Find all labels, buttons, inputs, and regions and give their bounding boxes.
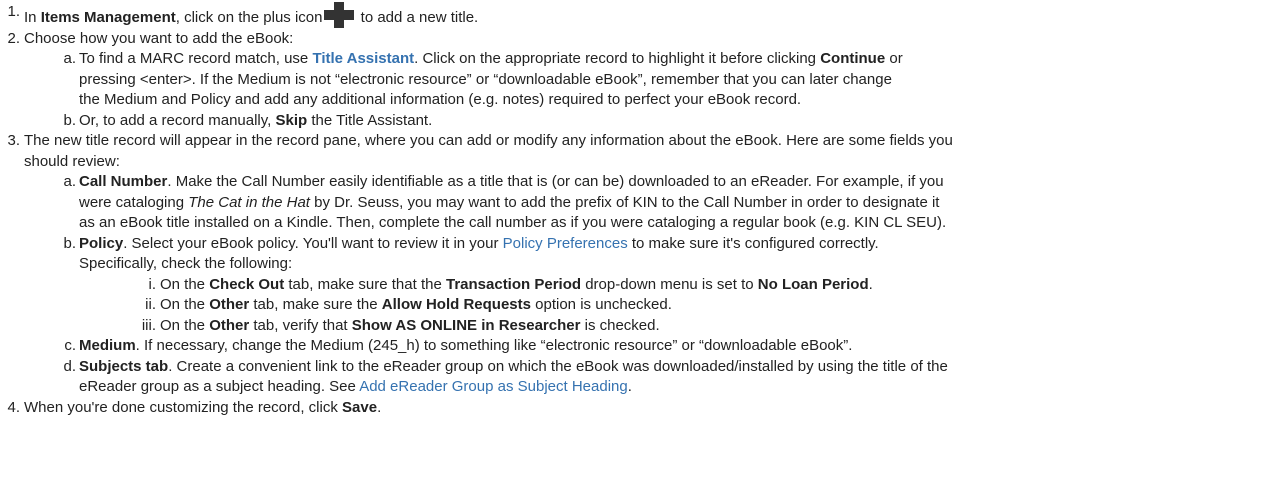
step-3-line-2: should review: xyxy=(24,152,120,170)
check-out-label: Check Out xyxy=(209,275,285,293)
step-2: 2. Choose how you want to add the eBook: xyxy=(0,29,1281,50)
allow-hold-requests-label: Allow Hold Requests xyxy=(381,296,531,313)
book-title: The Cat in the Hat xyxy=(188,193,310,211)
substep-letter: d. xyxy=(63,357,76,375)
step-3d: d. Subjects tab. Create a convenient lin… xyxy=(0,357,1281,378)
call-number-label: Call Number xyxy=(79,173,168,190)
continue-label: Continue xyxy=(820,50,886,67)
step-3a-line-2: were cataloging The Cat in the Hat by Dr… xyxy=(79,193,940,211)
step-3a-line-3: as an eBook title installed on a Kindle.… xyxy=(79,214,947,231)
save-label: Save xyxy=(342,398,378,416)
step-3b-iii: iii. On the Other tab, verify that Show … xyxy=(0,316,1281,337)
policy-label: Policy xyxy=(79,234,124,252)
other-tab-label: Other xyxy=(209,316,250,334)
skip-label: Skip xyxy=(275,111,308,129)
transaction-period-label: Transaction Period xyxy=(445,275,582,293)
step-3: 3. The new title record will appear in t… xyxy=(0,131,1281,152)
step-3b-ii: ii. On the Other tab, make sure the Allo… xyxy=(0,295,1281,316)
step-3c: c. Medium. If necessary, change the Medi… xyxy=(0,336,1281,357)
step-3b-i: i. On the Check Out tab, make sure that … xyxy=(0,275,1281,296)
step-2b: b. Or, to add a record manually, Skip th… xyxy=(0,111,1281,132)
step-2a-line-2: pressing <enter>. If the Medium is not “… xyxy=(79,70,892,88)
step-3d-line-2: eReader group as a subject heading. See … xyxy=(79,378,632,395)
title-assistant-link[interactable]: Title Assistant xyxy=(312,50,414,67)
policy-preferences-link[interactable]: Policy Preferences xyxy=(503,235,628,252)
show-as-online-label: Show AS ONLINE in Researcher xyxy=(351,316,581,334)
subjects-tab-label: Subjects tab xyxy=(79,357,169,375)
substep-letter: a. xyxy=(63,173,76,190)
step-3a: a. Call Number. Make the Call Number eas… xyxy=(0,172,1281,193)
plus-icon xyxy=(324,2,355,28)
substep-letter: b. xyxy=(63,234,76,252)
substep-letter: c. xyxy=(64,337,76,354)
step-2a: a. To find a MARC record match, use Titl… xyxy=(0,49,1281,70)
step-number: 2. xyxy=(7,29,20,47)
medium-label: Medium xyxy=(79,337,136,354)
step-number: 1. xyxy=(7,3,20,20)
other-tab-label: Other xyxy=(209,296,250,313)
step-number: 3. xyxy=(7,132,20,149)
step-1: 1. In Items Management, click on the plu… xyxy=(0,0,1281,29)
step-number: 4. xyxy=(7,398,20,416)
no-loan-period-label: No Loan Period xyxy=(757,275,869,293)
step-3b: b. Policy. Select your eBook policy. You… xyxy=(0,234,1281,255)
instruction-list: 1. In Items Management, click on the plu… xyxy=(0,0,1281,418)
roman-numeral: iii. xyxy=(141,316,156,334)
step-2a-line-3: the Medium and Policy and add any additi… xyxy=(79,91,802,108)
roman-numeral: i. xyxy=(148,275,157,293)
substep-letter: a. xyxy=(63,50,76,67)
step-3b-line-2: Specifically, check the following: xyxy=(79,255,293,272)
substep-letter: b. xyxy=(63,111,76,129)
step-4: 4. When you're done customizing the reco… xyxy=(0,398,1281,419)
add-ereader-group-link[interactable]: Add eReader Group as Subject Heading xyxy=(359,378,628,395)
roman-numeral: ii. xyxy=(145,296,156,313)
items-management-label: Items Management xyxy=(40,9,176,26)
